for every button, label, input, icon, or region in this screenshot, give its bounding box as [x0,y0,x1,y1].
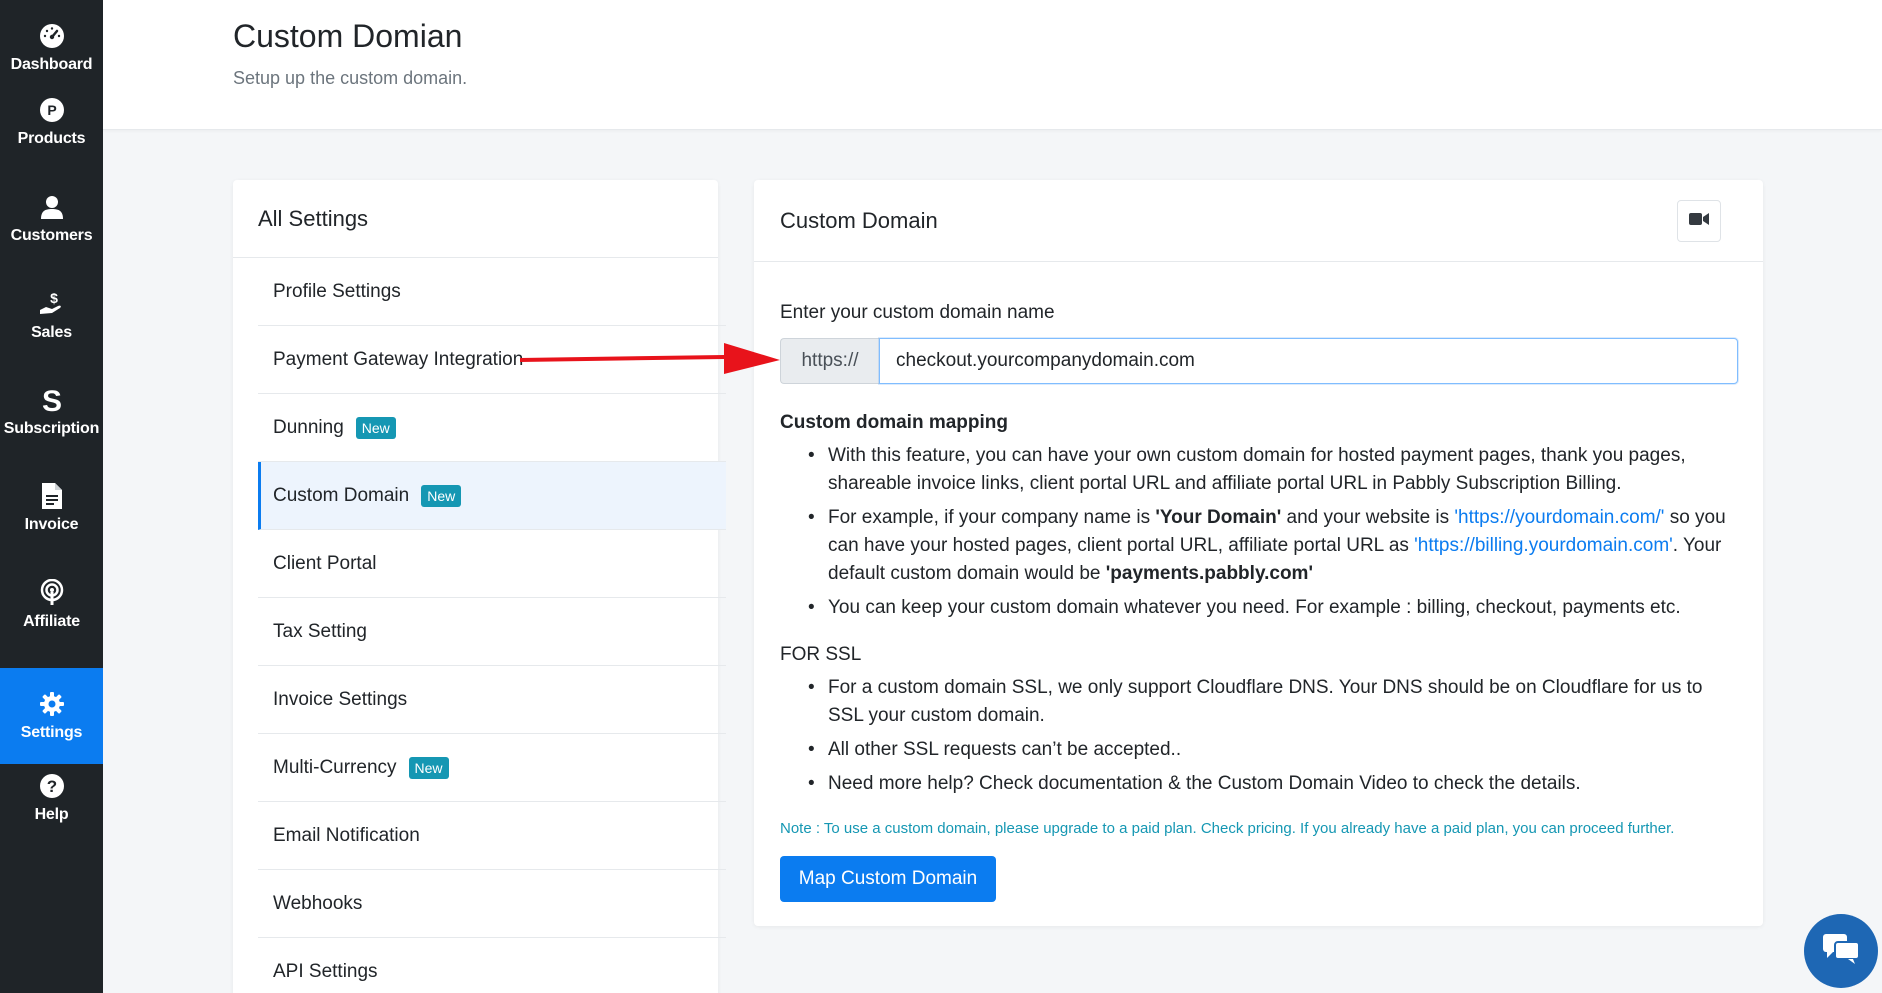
list-item: You can keep your custom domain whatever… [804,594,1734,622]
page-header: Custom Domian Setup up the custom domain… [103,0,1882,130]
settings-item-label: Email Notification [273,824,420,846]
nav-products[interactable]: P Products [0,74,103,170]
settings-item-label: Invoice Settings [273,688,408,710]
list-item-text: You can keep your custom domain whatever… [828,597,1681,618]
settings-item-invoice[interactable]: Invoice Settings [258,666,726,734]
nav-label: Sales [31,324,72,341]
help-icon: ? [38,772,66,800]
panel-header: Custom Domain [754,180,1763,262]
settings-item-profile[interactable]: Profile Settings [258,258,726,326]
nav-label: Dashboard [10,56,93,73]
default-domain: 'payments.pabbly.com' [1105,563,1313,584]
upgrade-note: Note : To use a custom domain, please up… [780,820,1675,837]
nav-label: Customers [10,227,93,244]
list-item-text: For a custom domain SSL, we only support… [828,677,1703,726]
nav-label: Invoice [24,516,79,533]
nav-subscription[interactable]: S Subscription [0,364,103,460]
page-title: Custom Domian [233,18,463,54]
svg-text:?: ? [46,777,56,796]
https-prefix: https:// [780,338,879,384]
list-item-text: All other SSL requests can’t be accepted… [828,739,1182,760]
dashboard-icon [38,22,66,50]
user-icon [38,193,66,221]
settings-item-label: Webhooks [273,892,363,914]
nav-label: Help [34,806,69,823]
settings-item-email-notification[interactable]: Email Notification [258,802,726,870]
website-link[interactable]: 'https://yourdomain.com/' [1454,507,1664,528]
nav-help[interactable]: ? Help [0,750,103,846]
list-item: Need more help? Check documentation & th… [804,770,1734,798]
map-custom-domain-button[interactable]: Map Custom Domain [780,856,996,902]
list-item: For a custom domain SSL, we only support… [804,674,1734,730]
list-item-text: and your website is [1281,507,1455,528]
list-item-text: With this feature, you can have your own… [828,445,1686,494]
gear-icon [38,690,66,718]
settings-item-label: Multi-Currency [273,756,397,778]
custom-domain-panel: Custom Domain Enter your custom domain n… [754,180,1763,926]
settings-item-label: Client Portal [273,552,377,574]
settings-item-webhooks[interactable]: Webhooks [258,870,726,938]
custom-domain-input[interactable] [879,338,1738,384]
settings-item-label: Dunning [273,416,344,438]
settings-title: All Settings [233,180,718,258]
settings-item-api[interactable]: API Settings [258,938,726,993]
page-subtitle: Setup up the custom domain. [233,68,468,88]
mapping-list: With this feature, you can have your own… [804,442,1734,628]
list-item: With this feature, you can have your own… [804,442,1734,498]
settings-item-label: Tax Setting [273,620,367,642]
new-badge: New [421,484,462,507]
nav-label: Settings [20,724,83,741]
settings-item-label: Custom Domain [273,484,410,506]
video-button[interactable] [1677,200,1721,242]
company-name-example: 'Your Domain' [1155,507,1282,528]
new-badge: New [408,756,449,779]
invoice-icon [38,482,66,510]
affiliate-icon [38,579,66,607]
products-icon: P [38,96,66,124]
domain-field-label: Enter your custom domain name [780,302,1055,323]
settings-item-multi-currency[interactable]: Multi-Currency New [258,734,726,802]
sidebar: Dashboard P Products Customers $ Sales S… [0,0,103,993]
svg-text:P: P [47,102,56,118]
nav-customers[interactable]: Customers [0,171,103,267]
video-camera-icon [1689,212,1709,231]
chat-bubble-icon [1821,932,1861,971]
list-item: For example, if your company name is 'Yo… [804,504,1734,588]
subscription-icon: S [38,386,66,414]
svg-text:$: $ [50,290,58,306]
nav-label: Products [17,130,86,147]
settings-item-tax[interactable]: Tax Setting [258,598,726,666]
list-item: All other SSL requests can’t be accepted… [804,736,1734,764]
nav-invoice[interactable]: Invoice [0,460,103,556]
billing-link[interactable]: 'https://billing.yourdomain.com' [1414,535,1673,556]
settings-item-client-portal[interactable]: Client Portal [258,530,726,598]
mapping-title: Custom domain mapping [780,412,1008,433]
nav-label: Affiliate [23,613,80,630]
svg-text:S: S [41,386,61,414]
list-item-text: For example, if your company name is [828,507,1156,528]
domain-input-group: https:// [780,338,1738,384]
all-settings-panel: All Settings Profile Settings Payment Ga… [233,180,726,993]
list-item-text: Need more help? Check documentation & th… [828,773,1581,794]
settings-item-label: Profile Settings [273,280,401,302]
ssl-list: For a custom domain SSL, we only support… [804,674,1734,804]
nav-label: Subscription [3,420,100,437]
nav-sales[interactable]: $ Sales [0,268,103,364]
settings-item-custom-domain[interactable]: Custom Domain New [258,462,726,530]
settings-item-label: API Settings [273,961,378,982]
annotation-arrow-icon [520,343,780,374]
nav-affiliate[interactable]: Affiliate [0,557,103,653]
sales-icon: $ [38,290,66,318]
new-badge: New [355,416,396,439]
ssl-title: FOR SSL [780,644,862,665]
chat-widget-button[interactable] [1804,914,1878,988]
settings-item-dunning[interactable]: Dunning New [258,394,726,462]
panel-title: Custom Domain [780,208,938,233]
